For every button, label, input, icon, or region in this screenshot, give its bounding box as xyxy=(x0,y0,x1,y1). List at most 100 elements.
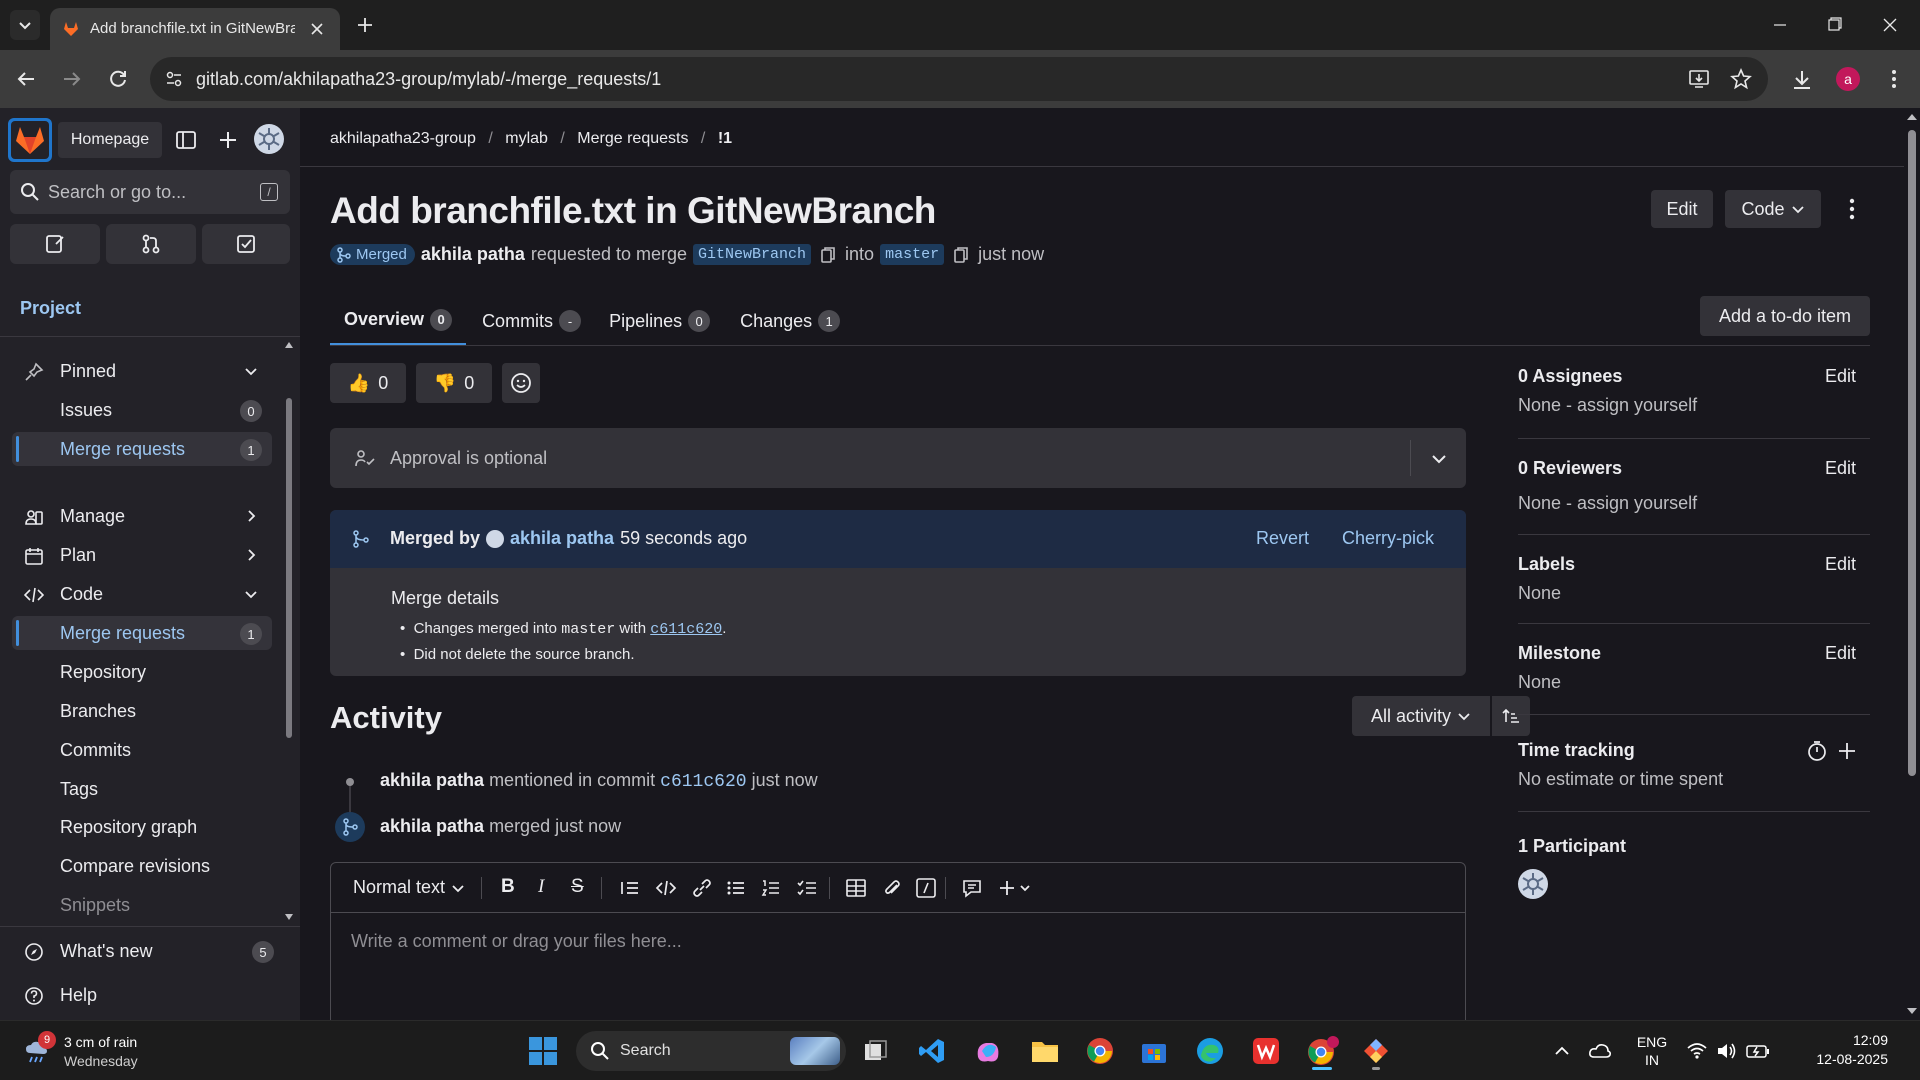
copy-icon[interactable] xyxy=(819,246,837,264)
toggle-sidebar-icon[interactable] xyxy=(174,128,198,152)
breadcrumb-current[interactable]: !1 xyxy=(718,130,732,147)
numbered-list-icon[interactable] xyxy=(760,877,782,899)
comment-template-icon[interactable] xyxy=(961,877,983,899)
search-box[interactable]: Search or go to... / xyxy=(10,170,290,214)
italic-icon[interactable]: I xyxy=(538,876,544,898)
merged-by-user[interactable]: akhila patha xyxy=(510,528,614,549)
file-explorer-icon[interactable] xyxy=(1030,1037,1060,1065)
downloads-icon[interactable] xyxy=(1790,68,1814,92)
bold-icon[interactable]: B xyxy=(501,876,515,898)
approval-widget[interactable]: Approval is optional xyxy=(330,428,1466,488)
blockquote-icon[interactable] xyxy=(619,877,641,899)
minimize-button[interactable] xyxy=(1762,14,1798,36)
sidebar-item-whats-new[interactable]: What's new 5 xyxy=(12,934,284,968)
issues-shortcut-button[interactable] xyxy=(10,224,100,264)
copilot-icon[interactable] xyxy=(974,1037,1002,1065)
assignees-edit-button[interactable]: Edit xyxy=(1825,366,1856,387)
sidebar-context-title[interactable]: Project xyxy=(20,298,81,319)
todo-shortcut-button[interactable] xyxy=(202,224,290,264)
copy-icon[interactable] xyxy=(952,246,970,264)
battery-icon[interactable] xyxy=(1746,1042,1770,1060)
task-view-icon[interactable] xyxy=(862,1037,890,1065)
link-icon[interactable] xyxy=(691,877,713,899)
create-new-icon[interactable] xyxy=(216,128,240,152)
activity-filter-dropdown[interactable]: All activity xyxy=(1352,696,1490,736)
reviewers-value[interactable]: None - assign yourself xyxy=(1518,493,1870,514)
sidebar-item-manage[interactable]: Manage xyxy=(12,499,272,533)
sidebar-item-plan[interactable]: Plan xyxy=(12,538,272,572)
sidebar-item-branches[interactable]: Branches xyxy=(12,694,272,728)
vscode-icon[interactable] xyxy=(918,1037,946,1065)
bookmark-star-icon[interactable] xyxy=(1730,68,1752,90)
git-icon[interactable] xyxy=(1362,1037,1390,1070)
mr-shortcut-button[interactable] xyxy=(106,224,196,264)
checklist-icon[interactable] xyxy=(796,877,818,899)
gitlab-logo-button[interactable] xyxy=(8,118,52,162)
wps-office-icon[interactable] xyxy=(1252,1037,1280,1065)
start-button[interactable] xyxy=(528,1036,558,1066)
sidebar-item-repository-graph[interactable]: Repository graph xyxy=(12,810,272,844)
add-time-icon[interactable] xyxy=(1836,740,1858,762)
wifi-icon[interactable] xyxy=(1686,1041,1708,1061)
tab-commits[interactable]: Commits - xyxy=(466,296,597,346)
edge-icon[interactable] xyxy=(1196,1037,1224,1065)
activity-user[interactable]: akhila patha xyxy=(380,816,484,836)
install-app-icon[interactable] xyxy=(1688,68,1710,90)
tab-pipelines[interactable]: Pipelines 0 xyxy=(597,296,722,346)
reviewers-edit-button[interactable]: Edit xyxy=(1825,458,1856,479)
tab-close-icon[interactable] xyxy=(308,20,326,38)
reload-icon[interactable] xyxy=(106,67,130,91)
tab-overview[interactable]: Overview 0 xyxy=(330,296,467,346)
sidebar-item-compare-revisions[interactable]: Compare revisions xyxy=(12,849,272,883)
activity-user[interactable]: akhila patha xyxy=(380,770,484,790)
taskbar-search[interactable]: Search xyxy=(576,1031,846,1071)
table-icon[interactable] xyxy=(845,877,867,899)
sidebar-item-help[interactable]: Help xyxy=(12,978,272,1012)
text-format-dropdown[interactable]: Normal text xyxy=(353,877,465,898)
sidebar-scrollbar[interactable] xyxy=(284,338,294,924)
restore-button[interactable] xyxy=(1816,14,1852,36)
chrome-icon[interactable] xyxy=(1086,1037,1114,1065)
assignees-value[interactable]: None - assign yourself xyxy=(1518,395,1870,416)
breadcrumb-section[interactable]: Merge requests xyxy=(577,130,688,147)
user-avatar[interactable] xyxy=(254,124,284,154)
browser-tab-active[interactable]: Add branchfile.txt in GitNewBra xyxy=(50,8,340,50)
strikethrough-icon[interactable]: S xyxy=(571,876,584,898)
edit-button[interactable]: Edit xyxy=(1651,190,1713,228)
sidebar-item-repository[interactable]: Repository xyxy=(12,655,272,689)
sidebar-item-pinned[interactable]: Pinned xyxy=(12,354,272,388)
participant-avatar[interactable] xyxy=(1518,869,1548,899)
sidebar-item-issues[interactable]: Issues 0 xyxy=(12,393,272,427)
add-reaction-button[interactable] xyxy=(502,363,540,403)
chevron-down-icon[interactable] xyxy=(1430,450,1448,468)
sidebar-item-snippets[interactable]: Snippets xyxy=(12,888,272,922)
tab-changes[interactable]: Changes 1 xyxy=(722,296,858,346)
target-branch[interactable]: master xyxy=(880,244,945,265)
sidebar-item-tags[interactable]: Tags xyxy=(12,772,272,806)
milestone-edit-button[interactable]: Edit xyxy=(1825,643,1856,664)
thumbs-up-button[interactable]: 👍 0 xyxy=(330,363,406,403)
tray-overflow-icon[interactable] xyxy=(1552,1041,1572,1061)
cherry-pick-button[interactable]: Cherry-pick xyxy=(1342,528,1434,549)
breadcrumb-group[interactable]: akhilapatha23-group xyxy=(330,130,476,147)
forward-icon[interactable] xyxy=(60,67,84,91)
slash-commands-icon[interactable] xyxy=(915,877,937,899)
volume-icon[interactable] xyxy=(1716,1041,1738,1061)
clock[interactable]: 12:09 12-08-2025 xyxy=(1778,1031,1888,1071)
onedrive-icon[interactable] xyxy=(1588,1041,1612,1061)
weather-widget[interactable]: 9 3 cm of rain Wednesday xyxy=(20,1031,200,1071)
commit-link[interactable]: c611c620 xyxy=(660,772,746,792)
breadcrumb-project[interactable]: mylab xyxy=(505,130,548,147)
url-text[interactable]: gitlab.com/akhilapatha23-group/mylab/-/m… xyxy=(196,69,661,90)
commit-link[interactable]: c611c620 xyxy=(650,621,722,638)
insert-more-icon[interactable] xyxy=(997,877,1033,899)
browser-menu-icon[interactable] xyxy=(1882,67,1906,91)
chrome-profile-icon[interactable] xyxy=(1306,1035,1340,1070)
homepage-button[interactable]: Homepage xyxy=(58,122,162,158)
stopwatch-icon[interactable] xyxy=(1806,740,1828,762)
bullet-list-icon[interactable] xyxy=(725,877,747,899)
more-actions-icon[interactable] xyxy=(1840,196,1864,222)
revert-button[interactable]: Revert xyxy=(1256,528,1309,549)
labels-edit-button[interactable]: Edit xyxy=(1825,554,1856,575)
sidebar-item-pinned-merge-requests[interactable]: Merge requests 1 xyxy=(12,432,272,466)
